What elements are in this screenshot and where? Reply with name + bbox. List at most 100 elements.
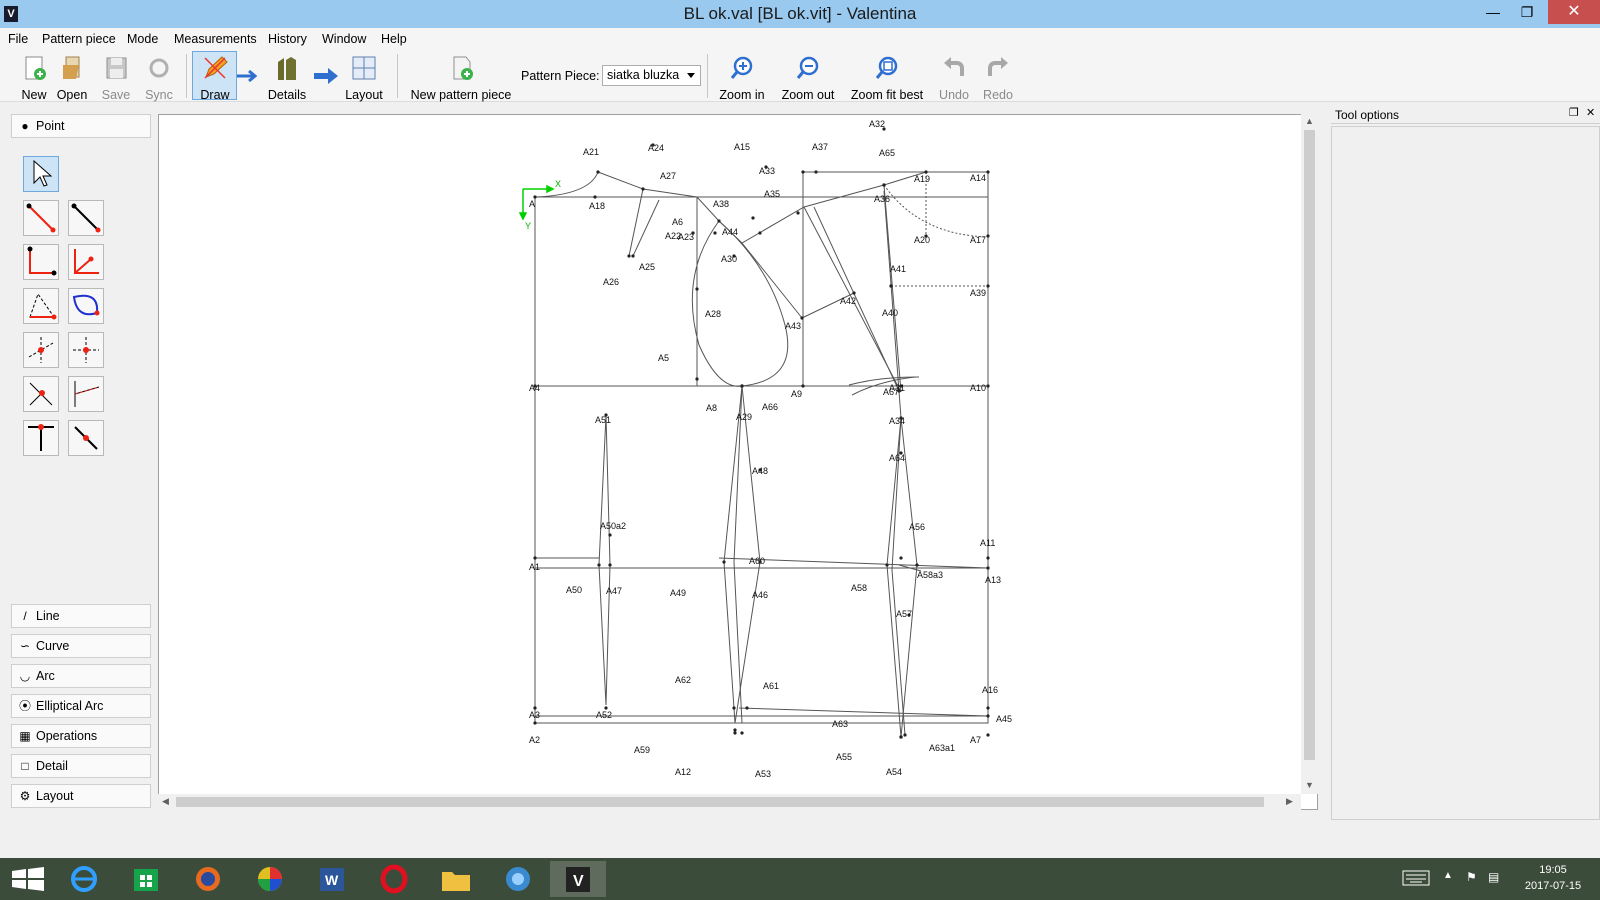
pattern-point-label[interactable]: A52 bbox=[596, 710, 612, 720]
new-pattern-piece-button[interactable]: New pattern piece bbox=[408, 54, 514, 102]
pattern-point-marker[interactable] bbox=[641, 187, 645, 191]
layout-tools-category[interactable]: ⚙ Layout bbox=[11, 784, 151, 808]
pattern-point-label[interactable]: A51 bbox=[595, 415, 611, 425]
scroll-left-icon[interactable]: ◀ bbox=[162, 796, 169, 807]
pattern-point-marker[interactable] bbox=[986, 556, 990, 560]
triangle-tool[interactable] bbox=[23, 376, 59, 412]
pattern-point-label[interactable]: A bbox=[529, 199, 535, 209]
pattern-point-label[interactable]: A66 bbox=[762, 402, 778, 412]
pattern-point-label[interactable]: A58 bbox=[851, 583, 867, 593]
pattern-piece-select[interactable]: siatka bluzka bbox=[602, 65, 701, 86]
open-button[interactable]: Open bbox=[56, 54, 88, 102]
operations-tools-category[interactable]: ▦ Operations bbox=[11, 724, 151, 748]
pattern-point-label[interactable]: A40 bbox=[882, 308, 898, 318]
firefox-icon[interactable] bbox=[180, 861, 236, 897]
layout-mode-button[interactable]: Layout bbox=[344, 54, 384, 102]
pattern-point-label[interactable]: A24 bbox=[648, 143, 664, 153]
pattern-point-label[interactable]: A29 bbox=[736, 412, 752, 422]
menu-window[interactable]: Window bbox=[322, 32, 366, 46]
pattern-point-label[interactable]: A32 bbox=[869, 119, 885, 129]
pattern-point-label[interactable]: A60 bbox=[749, 556, 765, 566]
pattern-point-marker[interactable] bbox=[915, 563, 919, 567]
pattern-point-marker[interactable] bbox=[608, 563, 612, 567]
bisector-tool[interactable] bbox=[68, 244, 104, 280]
pattern-point-label[interactable]: A47 bbox=[606, 586, 622, 596]
pattern-point-label[interactable]: A38 bbox=[713, 199, 729, 209]
pattern-point-label[interactable]: A28 bbox=[705, 309, 721, 319]
pattern-point-marker[interactable] bbox=[627, 254, 631, 258]
shoulder-point-tool[interactable] bbox=[23, 288, 59, 324]
scroll-down-icon[interactable]: ▼ bbox=[1305, 780, 1314, 790]
pattern-point-label[interactable]: A67 bbox=[883, 387, 899, 397]
pattern-point-label[interactable]: A16 bbox=[982, 685, 998, 695]
menu-mode[interactable]: Mode bbox=[127, 32, 158, 46]
menu-measurements[interactable]: Measurements bbox=[174, 32, 257, 46]
elliptical-arc-tools-category[interactable]: ⦿ Elliptical Arc bbox=[11, 694, 151, 718]
pattern-point-label[interactable]: A58a3 bbox=[917, 570, 943, 580]
pattern-point-label[interactable]: A49 bbox=[670, 588, 686, 598]
zoom-fit-best-button[interactable]: Zoom fit best bbox=[848, 54, 926, 102]
pattern-point-marker[interactable] bbox=[593, 195, 597, 199]
pattern-point-marker[interactable] bbox=[899, 556, 903, 560]
pattern-point-marker[interactable] bbox=[801, 384, 805, 388]
store-icon[interactable] bbox=[118, 861, 174, 897]
pattern-point-marker[interactable] bbox=[758, 560, 762, 564]
opera-icon[interactable] bbox=[366, 861, 422, 897]
pattern-point-marker[interactable] bbox=[986, 566, 990, 570]
pattern-point-label[interactable]: A8 bbox=[706, 403, 717, 413]
zoom-in-button[interactable]: Zoom in bbox=[717, 54, 767, 102]
pattern-point-marker[interactable] bbox=[597, 563, 601, 567]
pattern-point-label[interactable]: A56 bbox=[909, 522, 925, 532]
flag-icon[interactable]: ⚑ bbox=[1466, 870, 1477, 884]
pattern-point-label[interactable]: A41 bbox=[890, 264, 906, 274]
pattern-point-label[interactable]: A43 bbox=[785, 321, 801, 331]
pattern-point-label[interactable]: A4 bbox=[529, 383, 540, 393]
curve-tools-category[interactable]: ∽ Curve bbox=[11, 634, 151, 658]
drawing-canvas[interactable]: X Y A A18 A21 A24 A27 A15 A37 A32 A65 A33 A35 A36 A1… bbox=[158, 114, 1318, 810]
pattern-point-label[interactable]: A39 bbox=[970, 288, 986, 298]
pattern-point-marker[interactable] bbox=[533, 721, 537, 725]
pattern-point-marker[interactable] bbox=[733, 731, 737, 735]
pattern-point-marker[interactable] bbox=[986, 714, 990, 718]
sync-button[interactable]: Sync bbox=[143, 54, 175, 102]
undock-icon[interactable]: ❐ bbox=[1569, 106, 1579, 119]
curve-tool[interactable] bbox=[68, 288, 104, 324]
pattern-point-marker[interactable] bbox=[986, 284, 990, 288]
tray-expand-icon[interactable]: ▲ bbox=[1443, 870, 1453, 881]
detail-tools-category[interactable]: □ Detail bbox=[11, 754, 151, 778]
horizontal-scroll-thumb[interactable] bbox=[176, 797, 1264, 807]
menu-file[interactable]: File bbox=[8, 32, 28, 46]
pattern-point-marker[interactable] bbox=[695, 377, 699, 381]
keyboard-icon[interactable] bbox=[1402, 870, 1430, 889]
point-of-contact-tool[interactable] bbox=[23, 332, 59, 368]
undo-button[interactable]: Undo bbox=[937, 54, 971, 102]
pattern-point-label[interactable]: A50 bbox=[566, 585, 582, 595]
pattern-point-label[interactable]: A53 bbox=[755, 769, 771, 779]
pattern-point-label[interactable]: A11 bbox=[980, 538, 995, 548]
pattern-point-label[interactable]: A27 bbox=[660, 171, 676, 181]
pattern-point-marker[interactable] bbox=[903, 733, 907, 737]
pattern-drawing[interactable]: X Y A A18 A21 A24 A27 A15 A37 A32 A65 A33 A35 A36 A1… bbox=[159, 115, 1302, 795]
pattern-point-marker[interactable] bbox=[722, 560, 726, 564]
color-wheel-icon[interactable] bbox=[242, 861, 298, 897]
pattern-point-label[interactable]: A61 bbox=[763, 681, 779, 691]
file-explorer-icon[interactable] bbox=[428, 861, 484, 897]
pattern-point-label[interactable]: A34 bbox=[889, 416, 905, 426]
pattern-point-marker[interactable] bbox=[745, 706, 749, 710]
pattern-point-label[interactable]: A46 bbox=[752, 590, 768, 600]
horizontal-scrollbar[interactable]: ◀ ▶ bbox=[158, 794, 1301, 810]
line-tool[interactable] bbox=[68, 200, 104, 236]
pattern-point-label[interactable]: A55 bbox=[836, 752, 852, 762]
height-tool[interactable] bbox=[68, 376, 104, 412]
pattern-point-label[interactable]: A30 bbox=[721, 254, 737, 264]
draw-mode-button[interactable]: Draw bbox=[196, 54, 234, 102]
vertical-scrollbar[interactable]: ▲ ▼ bbox=[1301, 114, 1318, 794]
pattern-point-marker[interactable] bbox=[814, 170, 818, 174]
save-button[interactable]: Save bbox=[100, 54, 132, 102]
pattern-point-marker[interactable] bbox=[885, 563, 889, 567]
midpoint-tool[interactable] bbox=[68, 332, 104, 368]
app-swirl-icon[interactable] bbox=[490, 861, 546, 897]
close-button[interactable]: ✕ bbox=[1548, 0, 1600, 24]
pattern-point-marker[interactable] bbox=[608, 533, 612, 537]
scroll-up-icon[interactable]: ▲ bbox=[1305, 116, 1314, 126]
